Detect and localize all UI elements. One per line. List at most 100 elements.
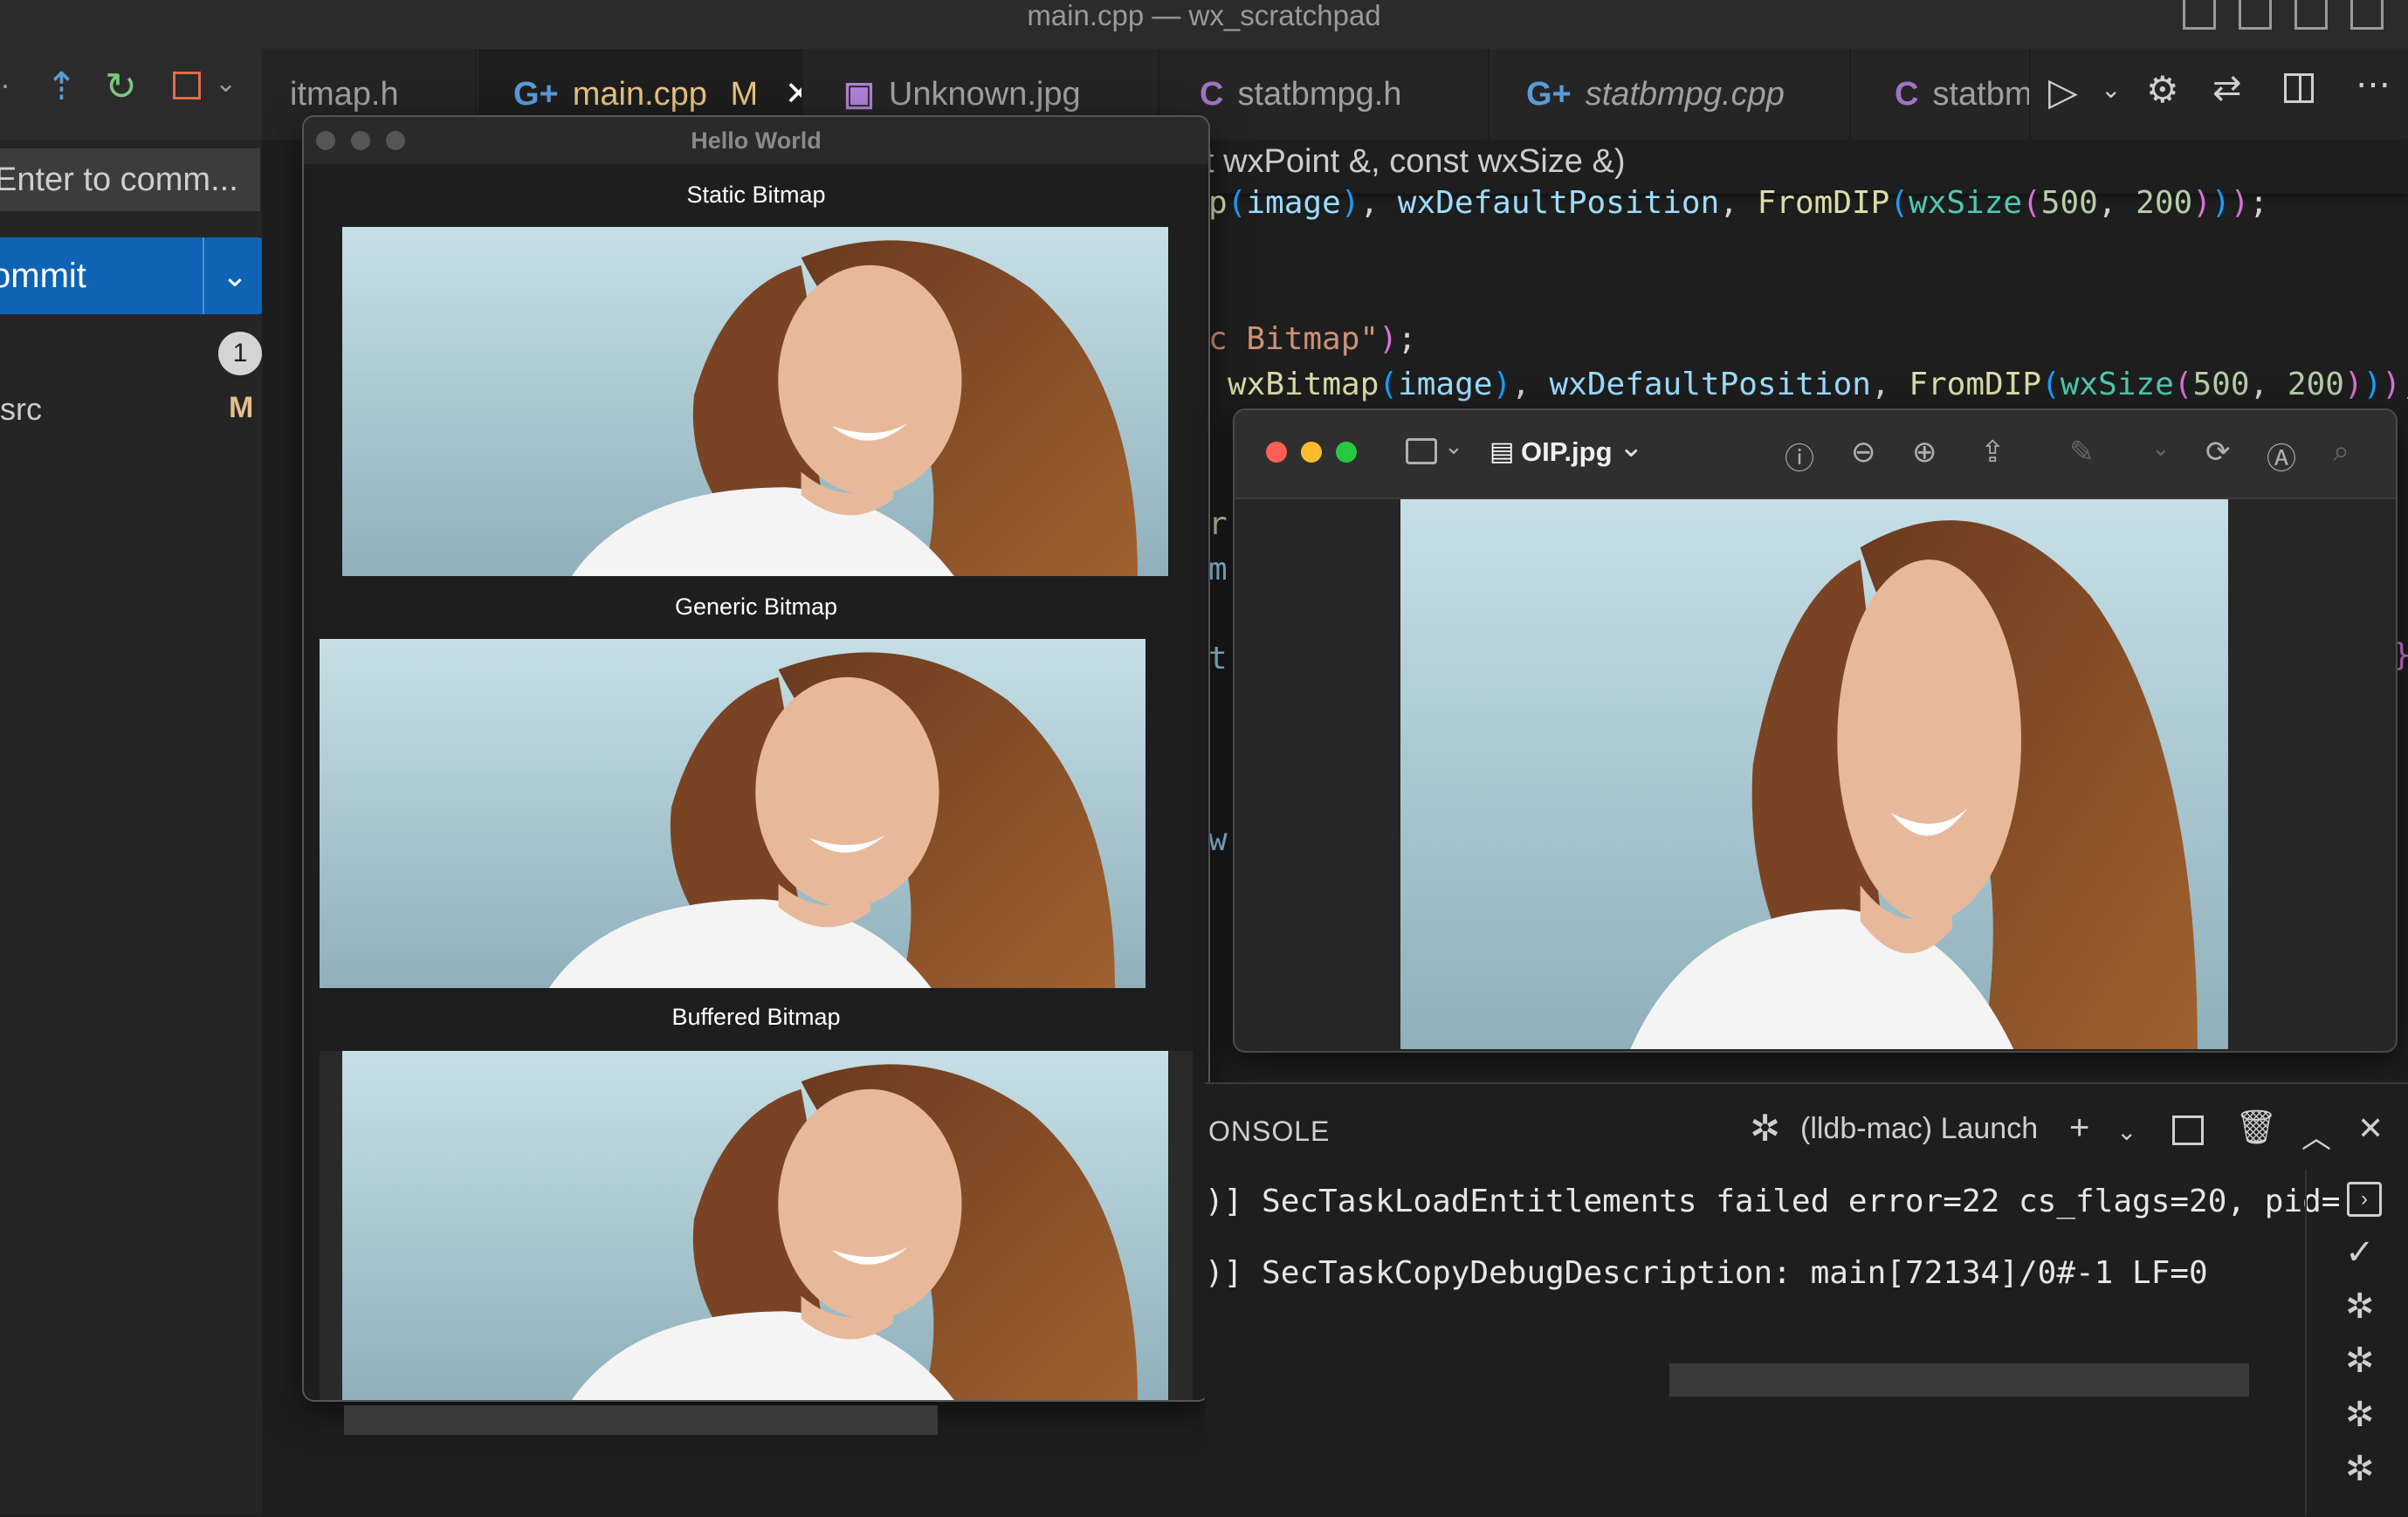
document-icon: ▤: [1490, 437, 1515, 466]
cpp-file-icon: G+: [1526, 76, 1572, 113]
window-titlebar: main.cpp — wx_scratchpad: [0, 0, 2408, 49]
launch-config-select[interactable]: (lldb-mac) Launch: [1800, 1112, 2038, 1146]
debug-bug-icon[interactable]: ✲: [2345, 1341, 2375, 1381]
push-arrow-icon[interactable]: ⇡: [45, 65, 78, 109]
chevron-down-icon[interactable]: ⌄: [203, 237, 264, 314]
c-header-icon: C: [1895, 76, 1919, 113]
modified-badge: M: [229, 391, 254, 424]
gear-icon[interactable]: ⚙: [2146, 68, 2179, 111]
tab-label: statbmpg.cpp: [1585, 76, 1785, 113]
changes-count-badge: 1: [218, 332, 262, 375]
preview-filename[interactable]: OIP.jpg: [1521, 436, 1613, 468]
console-output-line: )] SecTaskCopyDebugDescription: main[721…: [1205, 1255, 2208, 1291]
static-bitmap-label: Static Bitmap: [686, 182, 826, 208]
refresh-icon[interactable]: ↻: [105, 65, 137, 109]
chevron-down-icon[interactable]: ⌄: [2101, 75, 2121, 104]
image-file-icon: ▣: [843, 76, 875, 113]
tab-label: statbmpg.h: [1237, 76, 1402, 113]
tab-label: statbm: [1932, 76, 2031, 113]
window-title: main.cpp — wx_scratchpad: [1027, 0, 1381, 31]
code-line-fragment: t: [1208, 641, 1228, 676]
commit-button[interactable]: ommit ⌄: [0, 237, 264, 314]
scm-toolbar: · ⇡ ↻ ⌄: [0, 49, 262, 140]
zoom-out-icon[interactable]: ⊖: [1851, 435, 1876, 470]
generic-bitmap-label: Generic Bitmap: [674, 594, 838, 620]
window-close-button[interactable]: [316, 131, 335, 150]
tab-debug-console[interactable]: ONSOLE: [1208, 1115, 1330, 1148]
code-line-fragment: r: [1208, 506, 1228, 542]
plus-icon[interactable]: +: [2069, 1109, 2089, 1148]
chevron-down-icon[interactable]: ⌄: [1619, 429, 1644, 464]
code-line: p(image), wxDefaultPosition, FromDIP(wxS…: [1208, 185, 2268, 221]
tab-statbmpg-h[interactable]: Cstatbmpg.h: [1161, 49, 1490, 140]
sticky-scroll-line: t wxPoint &, const wxSize &): [1205, 143, 1626, 180]
window-close-button[interactable]: [1266, 442, 1287, 463]
terminal-icon[interactable]: ›: [2347, 1182, 2382, 1217]
cpp-file-icon: G+: [513, 76, 559, 113]
hello-window-title: Hello World: [304, 117, 1208, 164]
debug-bug-icon: ✲: [1750, 1108, 1781, 1149]
console-output-line: )] SecTaskLoadEntitlements failed error=…: [1205, 1184, 2341, 1219]
changed-folder-label[interactable]: src: [0, 391, 42, 428]
info-icon[interactable]: ⓘ: [1785, 435, 1814, 477]
tab-label: main.cpp: [572, 76, 707, 113]
chevron-down-icon[interactable]: ⌄: [2116, 1117, 2136, 1146]
run-debug-icon[interactable]: ▷: [2048, 70, 2078, 114]
modified-badge: M: [730, 76, 759, 113]
window-horizontal-scrollbar[interactable]: [344, 1405, 938, 1435]
split-terminal-icon[interactable]: [2172, 1115, 2204, 1145]
stop-square-icon[interactable]: [173, 72, 201, 100]
window-zoom-button[interactable]: [386, 131, 405, 150]
toggle-secondary-sidebar-icon[interactable]: [2294, 0, 2328, 30]
preview-toolbar: ⌄ ▤ OIP.jpg ⌄ ⓘ ⊖ ⊕ ⇪ ✎ ⌄ ⟳ Ⓐ ⌕: [1235, 410, 2396, 499]
tab-statbmpg-cpp[interactable]: G+ statbmpg.cpp: [1491, 49, 1851, 140]
chevron-down-icon[interactable]: ⌄: [2151, 435, 2171, 462]
commit-button-label: ommit: [0, 257, 86, 295]
more-actions-icon[interactable]: ⋯: [2356, 65, 2391, 105]
chevron-down-icon[interactable]: ⌄: [1444, 433, 1463, 460]
window-minimize-button[interactable]: [1301, 442, 1322, 463]
chevron-down-icon[interactable]: ⌄: [215, 68, 237, 99]
check-icon[interactable]: ✓: [2345, 1232, 2375, 1273]
editor-actions: ▷ ⌄ ⚙ ⇄ ⋯: [2031, 49, 2408, 140]
tab-statbmp-partial[interactable]: Cstatbm: [1853, 49, 2031, 140]
markup-pen-icon[interactable]: ✎: [2069, 435, 2095, 470]
sidebar-toggle-icon[interactable]: [1406, 438, 1437, 464]
maximize-panel-icon[interactable]: ︿: [2301, 1114, 2331, 1157]
close-panel-icon[interactable]: ✕: [2357, 1110, 2384, 1147]
tab-label: Unknown.jpg: [888, 76, 1081, 113]
trash-icon[interactable]: 🗑: [2235, 1109, 2277, 1147]
toggle-primary-sidebar-icon[interactable]: [2183, 0, 2216, 30]
toggle-panel-icon[interactable]: [2239, 0, 2272, 30]
bottom-panel: [1205, 1082, 2408, 1517]
tab-label: itmap.h: [290, 76, 399, 113]
hello-world-window[interactable]: Hello World Static Bitmap Generic Bitmap…: [302, 115, 1210, 1402]
code-line-fragment: m: [1208, 552, 1228, 587]
code-line: wxBitmap(image), wxDefaultPosition, From…: [1228, 367, 2408, 402]
window-minimize-button[interactable]: [351, 131, 370, 150]
share-icon[interactable]: ⇪: [1980, 435, 2006, 470]
markup-icon[interactable]: Ⓐ: [2267, 435, 2296, 477]
debug-bug-icon[interactable]: ✲: [2345, 1395, 2375, 1435]
preview-window[interactable]: ⌄ ▤ OIP.jpg ⌄ ⓘ ⊖ ⊕ ⇪ ✎ ⌄ ⟳ Ⓐ ⌕: [1233, 408, 2398, 1053]
dot-icon: ·: [0, 66, 10, 102]
horizontal-scrollbar[interactable]: [1669, 1363, 2249, 1397]
rotate-icon[interactable]: ⟳: [2205, 435, 2231, 470]
code-line: c Bitmap");: [1208, 321, 1417, 357]
generic-bitmap-image: [320, 639, 1146, 988]
code-line-fragment: w: [1208, 822, 1228, 858]
close-icon[interactable]: ✕: [785, 76, 802, 113]
debug-bug-icon[interactable]: ✲: [2345, 1287, 2375, 1327]
static-bitmap-image: [342, 227, 1168, 576]
preview-image: [1400, 499, 2228, 1049]
split-editor-icon[interactable]: [2284, 73, 2314, 103]
customize-layout-icon[interactable]: [2350, 0, 2384, 30]
zoom-in-icon[interactable]: ⊕: [1912, 435, 1937, 470]
search-icon[interactable]: ⌕: [2333, 435, 2350, 469]
buffered-bitmap-label: Buffered Bitmap: [671, 1004, 841, 1030]
compare-changes-icon[interactable]: ⇄: [2212, 68, 2242, 108]
commit-message-input[interactable]: Enter to comm...: [0, 148, 260, 211]
buffered-bitmap-image: [342, 1051, 1168, 1400]
debug-bug-icon[interactable]: ✲: [2345, 1449, 2375, 1489]
window-zoom-button[interactable]: [1336, 442, 1357, 463]
